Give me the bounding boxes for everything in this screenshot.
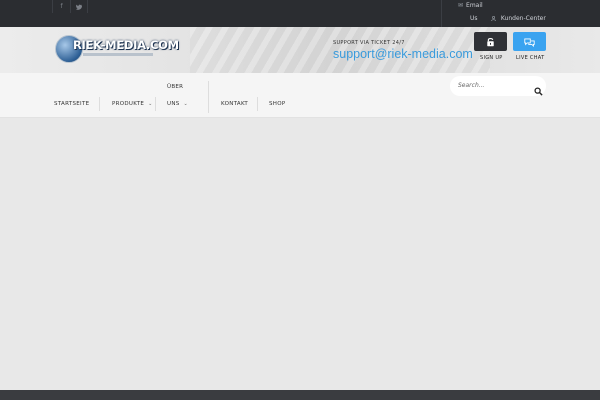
nav-divider bbox=[257, 97, 258, 111]
nav-item-produkte[interactable]: PRODUKTE ⌄ bbox=[112, 100, 153, 108]
kunden-center-label: Kunden-Center bbox=[500, 15, 546, 22]
twitter-icon bbox=[75, 3, 83, 10]
search-icon[interactable] bbox=[534, 81, 543, 96]
nav-divider bbox=[155, 97, 156, 111]
support-label: SUPPORT VIA TICKET 24/7 bbox=[333, 40, 405, 46]
email-us-label-line1: Email bbox=[466, 2, 483, 9]
email-us-link-line2[interactable]: Us bbox=[470, 15, 478, 23]
main-content-area bbox=[0, 118, 600, 390]
email-us-label-line2: Us bbox=[470, 15, 478, 22]
live-chat-button[interactable] bbox=[513, 32, 546, 51]
email-us-link[interactable]: ✉ Email bbox=[458, 2, 483, 10]
nav-item-label-line1: ÜBER bbox=[167, 84, 184, 90]
nav-item-label: KONTAKT bbox=[221, 101, 249, 107]
user-icon bbox=[491, 15, 498, 22]
chevron-down-icon: ⌄ bbox=[148, 101, 153, 107]
chat-bubbles-icon bbox=[524, 32, 535, 51]
logo-tagline-bar bbox=[83, 53, 153, 56]
nav-item-ueber-uns-line2[interactable]: UNS ⌄ bbox=[167, 100, 188, 108]
kunden-center-link[interactable]: Kunden-Center bbox=[491, 15, 546, 23]
nav-divider bbox=[208, 81, 209, 113]
unlock-icon bbox=[486, 32, 495, 51]
nav-item-label: SHOP bbox=[269, 101, 286, 107]
nav-item-label: PRODUKTE bbox=[112, 101, 145, 107]
live-chat-label: LIVE CHAT bbox=[516, 55, 545, 61]
nav-item-label-line2: UNS bbox=[167, 101, 180, 107]
facebook-link[interactable]: f bbox=[52, 0, 70, 13]
nav-item-startseite[interactable]: STARTSEITE bbox=[54, 100, 89, 108]
topbar-divider bbox=[441, 0, 442, 27]
support-email-link[interactable]: support@riek-media.com bbox=[333, 47, 473, 61]
envelope-icon: ✉ bbox=[458, 2, 464, 9]
top-bar: f ✉ Email Us Kunden-Center bbox=[0, 0, 600, 27]
nav-divider bbox=[99, 97, 100, 111]
nav-item-label: STARTSEITE bbox=[54, 101, 90, 107]
nav-item-shop[interactable]: SHOP bbox=[269, 100, 285, 108]
nav-item-kontakt[interactable]: KONTAKT bbox=[221, 100, 248, 108]
chevron-down-icon: ⌄ bbox=[183, 101, 189, 107]
facebook-icon: f bbox=[60, 3, 63, 10]
sign-up-button[interactable] bbox=[474, 32, 507, 51]
footer-bar bbox=[0, 390, 600, 400]
nav-item-ueber-uns[interactable]: ÜBER bbox=[167, 83, 183, 91]
search-box bbox=[450, 76, 546, 96]
search-input[interactable] bbox=[458, 80, 528, 90]
site-logo[interactable]: RIEK-MEDIA.COM bbox=[55, 35, 179, 65]
sign-up-label: SIGN UP bbox=[480, 55, 503, 61]
twitter-link[interactable] bbox=[70, 0, 88, 13]
logo-text: RIEK-MEDIA.COM bbox=[73, 38, 179, 52]
